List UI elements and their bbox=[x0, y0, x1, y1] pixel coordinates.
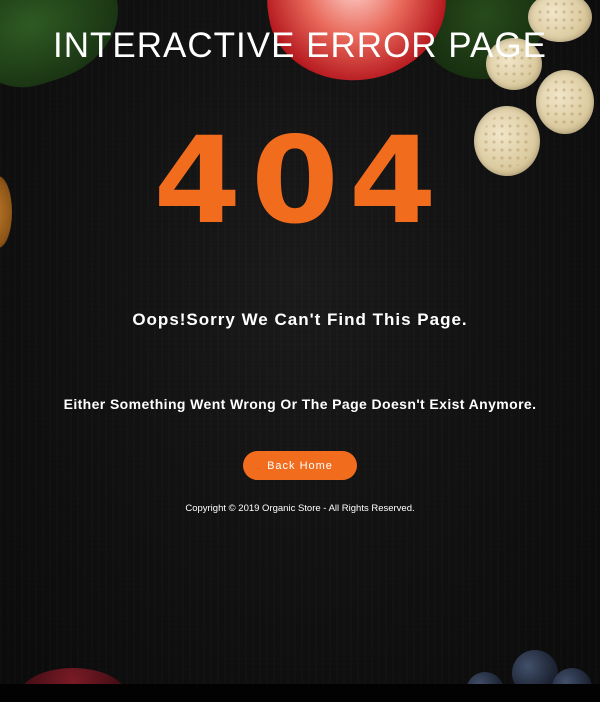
copyright-text: Copyright © 2019 Organic Store - All Rig… bbox=[185, 503, 415, 514]
error-description: Either Something Went Wrong Or The Page … bbox=[63, 396, 537, 412]
back-home-button[interactable]: Back Home bbox=[243, 451, 357, 480]
bottom-bar bbox=[0, 684, 600, 702]
error-headline: Oops!Sorry We Can't Find This Page. bbox=[132, 310, 468, 329]
page-title: INTERACTIVE ERROR PAGE bbox=[53, 26, 547, 65]
error-page: INTERACTIVE ERROR PAGE 404 Oops!Sorry We… bbox=[0, 0, 600, 702]
error-code: 404 bbox=[153, 110, 447, 251]
